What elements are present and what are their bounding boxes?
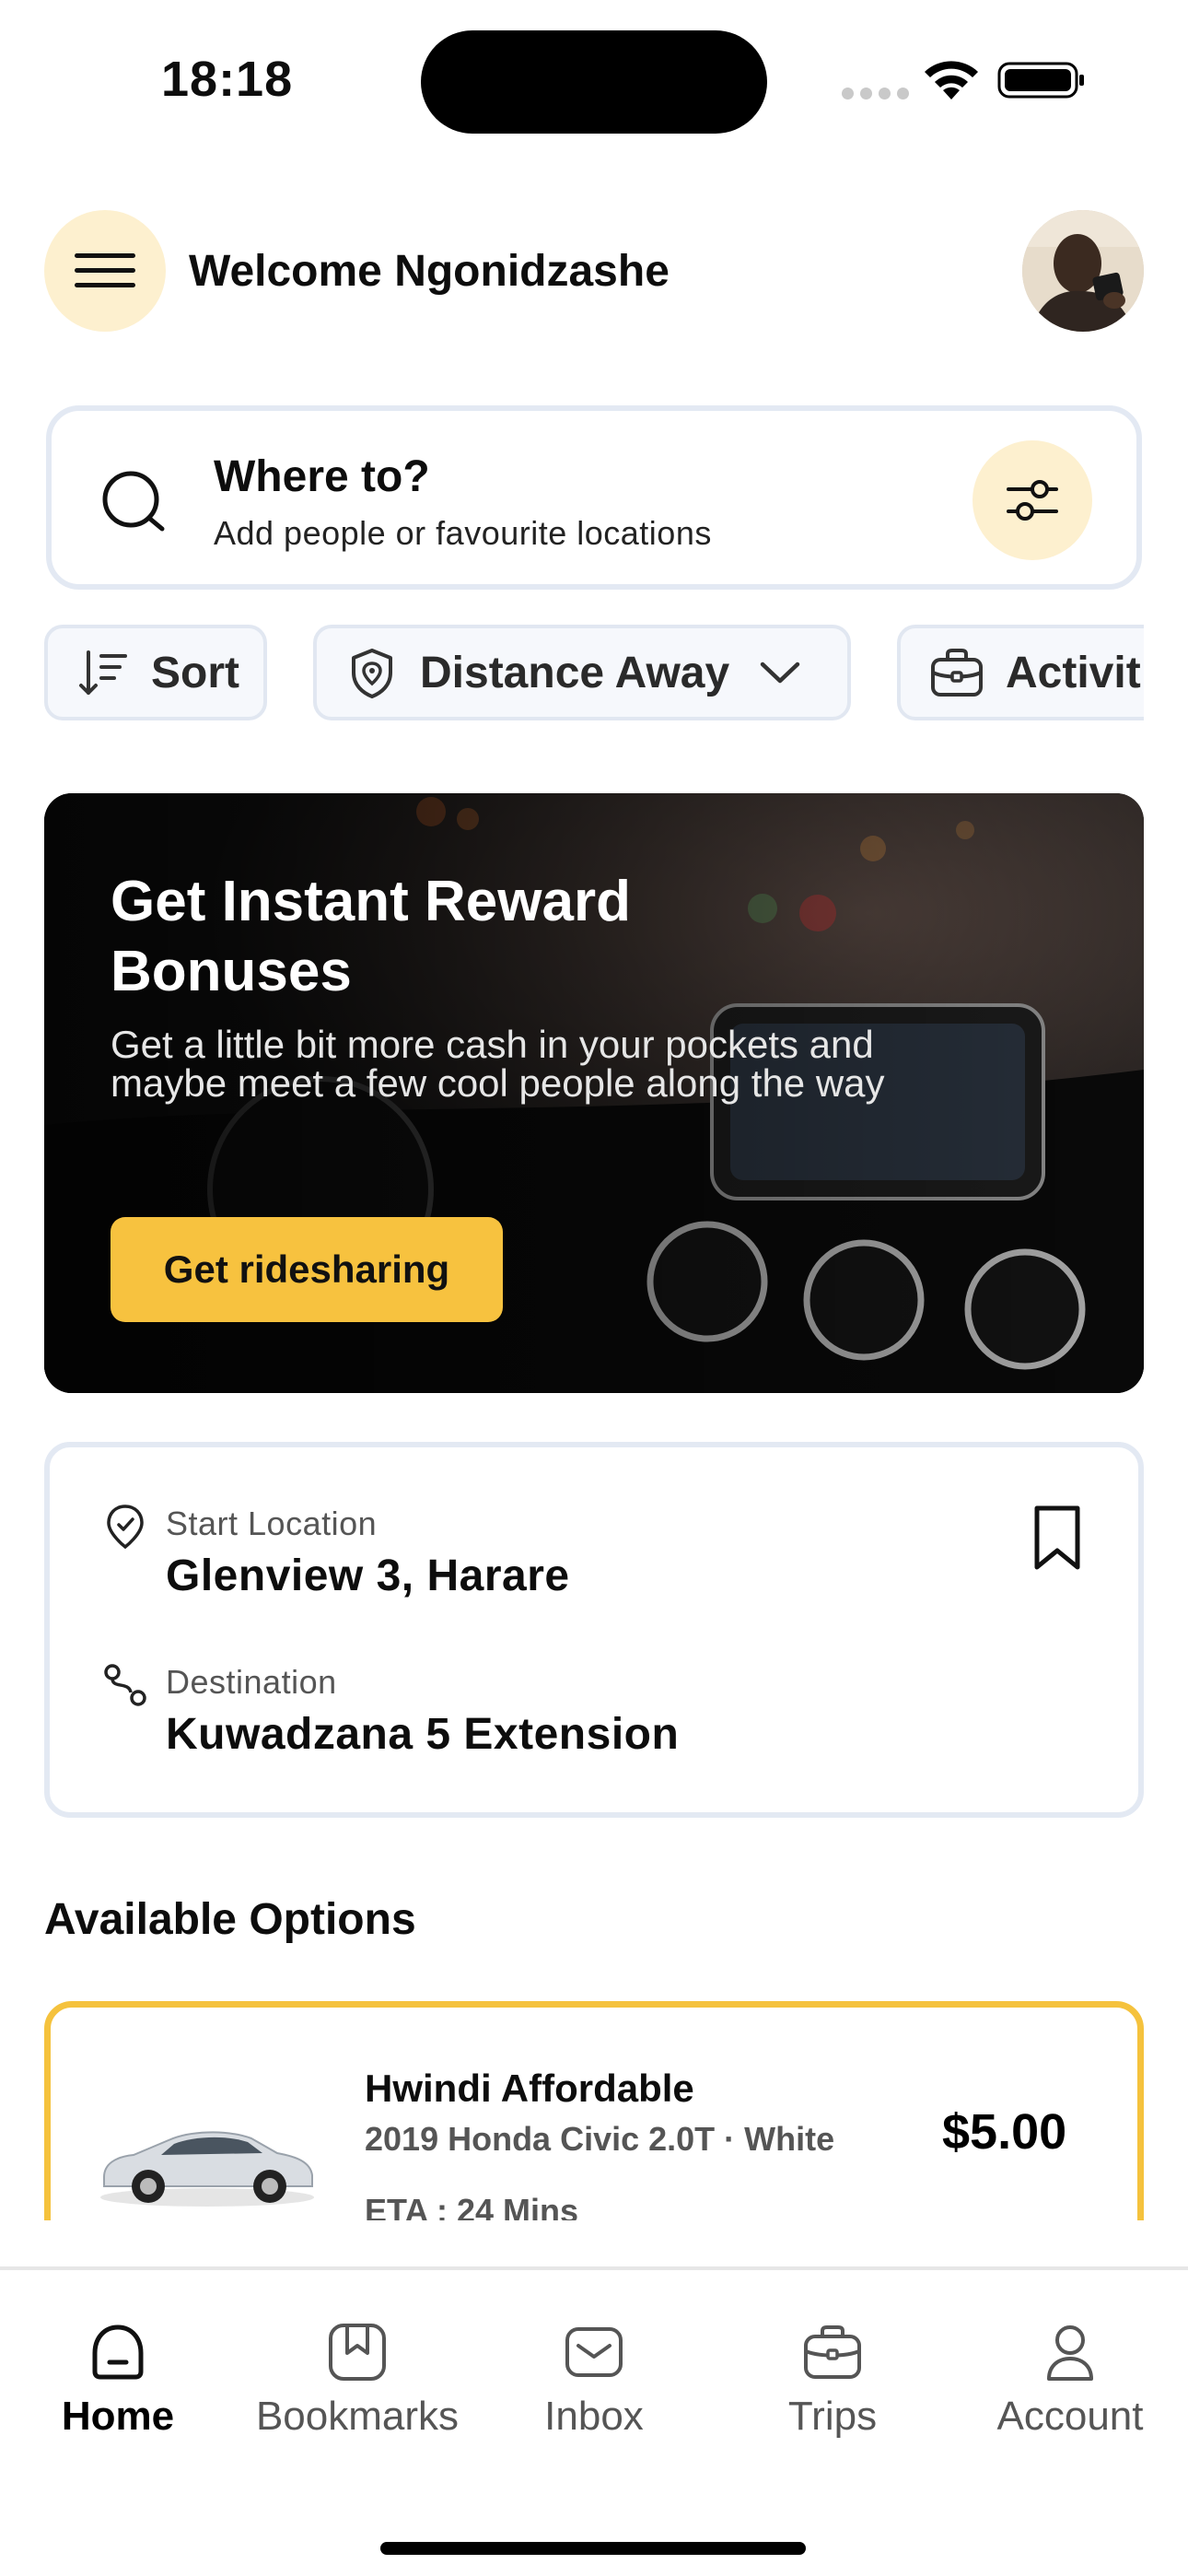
chip-distance-label: Distance Away: [420, 648, 730, 697]
status-time: 18:18: [161, 52, 294, 107]
ride-option-card[interactable]: Hwindi Affordable 2019 Honda Civic 2.0T …: [44, 2001, 1144, 2220]
welcome-title: Welcome Ngonidzashe: [189, 247, 670, 296]
dynamic-island: [421, 30, 767, 134]
inbox-icon: [565, 2327, 623, 2377]
search-title: Where to?: [214, 452, 430, 501]
route-icon: [104, 1664, 146, 1706]
tab-home-label: Home: [61, 2394, 175, 2439]
tab-account-label: Account: [996, 2394, 1144, 2439]
avatar[interactable]: [1022, 210, 1144, 332]
options-list: Hwindi Affordable 2019 Honda Civic 2.0T …: [37, 1990, 1151, 2220]
home-icon: [92, 2324, 144, 2380]
promo-banner: Get Instant Reward Bonuses Get a little …: [44, 793, 1144, 1393]
sort-icon: [79, 650, 127, 695]
search-subtitle: Add people or favourite locations: [214, 514, 712, 552]
get-ridesharing-button[interactable]: Get ridesharing: [111, 1217, 503, 1322]
chip-sort[interactable]: Sort: [44, 625, 267, 720]
tab-home[interactable]: Home: [7, 2320, 228, 2467]
wifi-icon: [925, 61, 978, 100]
avatar-photo: [1022, 210, 1144, 332]
tab-bookmarks[interactable]: Bookmarks: [247, 2320, 468, 2467]
banner-title: Get Instant Reward Bonuses: [111, 870, 631, 1003]
bookmarks-icon: [329, 2324, 386, 2381]
option-eta: ETA : 24 Mins: [365, 2192, 579, 2220]
chip-activity[interactable]: Activit: [897, 625, 1144, 720]
bookmark-icon[interactable]: [1031, 1505, 1083, 1571]
tab-bookmarks-label: Bookmarks: [255, 2394, 460, 2439]
tab-inbox-label: Inbox: [544, 2394, 644, 2439]
tab-account[interactable]: Account: [960, 2320, 1181, 2467]
shield-location-icon: [352, 649, 392, 698]
hamburger-menu-icon: [75, 253, 135, 287]
user-icon: [1047, 2325, 1093, 2381]
filter-button[interactable]: [973, 440, 1092, 560]
banner-text: Get a little bit more cash in your pocke…: [111, 1023, 885, 1105]
briefcase-icon: [804, 2325, 861, 2379]
menu-button[interactable]: [44, 210, 166, 332]
battery-icon: [997, 62, 1084, 99]
tab-trips-label: Trips: [787, 2394, 878, 2439]
destination-value: Kuwadzana 5 Extension: [166, 1710, 680, 1759]
tab-inbox[interactable]: Inbox: [483, 2320, 705, 2467]
home-indicator: [380, 2542, 806, 2555]
tab-bar: Home Bookmarks Inbox Trips Account: [0, 2266, 1188, 2576]
cellular-signal-icon: [842, 88, 909, 100]
status-bar: 18:18: [0, 0, 1188, 157]
chip-activity-label: Activit: [1006, 648, 1141, 697]
chip-sort-label: Sort: [151, 648, 239, 697]
car-image: [100, 2131, 314, 2207]
option-description: 2019 Honda Civic 2.0T · White: [365, 2120, 835, 2158]
tab-trips[interactable]: Trips: [722, 2320, 943, 2467]
briefcase-icon: [931, 649, 983, 697]
chip-distance-away[interactable]: Distance Away: [313, 625, 851, 720]
option-price: $5.00: [942, 2104, 1067, 2160]
destination-label: Destination: [166, 1663, 337, 1701]
filter-chips: Sort Distance Away Activit: [44, 625, 1144, 722]
available-options-title: Available Options: [44, 1895, 416, 1944]
option-name: Hwindi Affordable: [365, 2067, 694, 2110]
location-pin-icon: [107, 1505, 144, 1550]
search-bar[interactable]: Where to? Add people or favourite locati…: [46, 405, 1142, 590]
route-card[interactable]: Start Location Glenview 3, Harare Destin…: [44, 1442, 1144, 1818]
chevron-down-icon: [760, 662, 800, 684]
start-location-value: Glenview 3, Harare: [166, 1551, 570, 1600]
sliders-icon: [1007, 480, 1058, 521]
search-icon: [102, 471, 165, 532]
start-location-label: Start Location: [166, 1505, 378, 1542]
